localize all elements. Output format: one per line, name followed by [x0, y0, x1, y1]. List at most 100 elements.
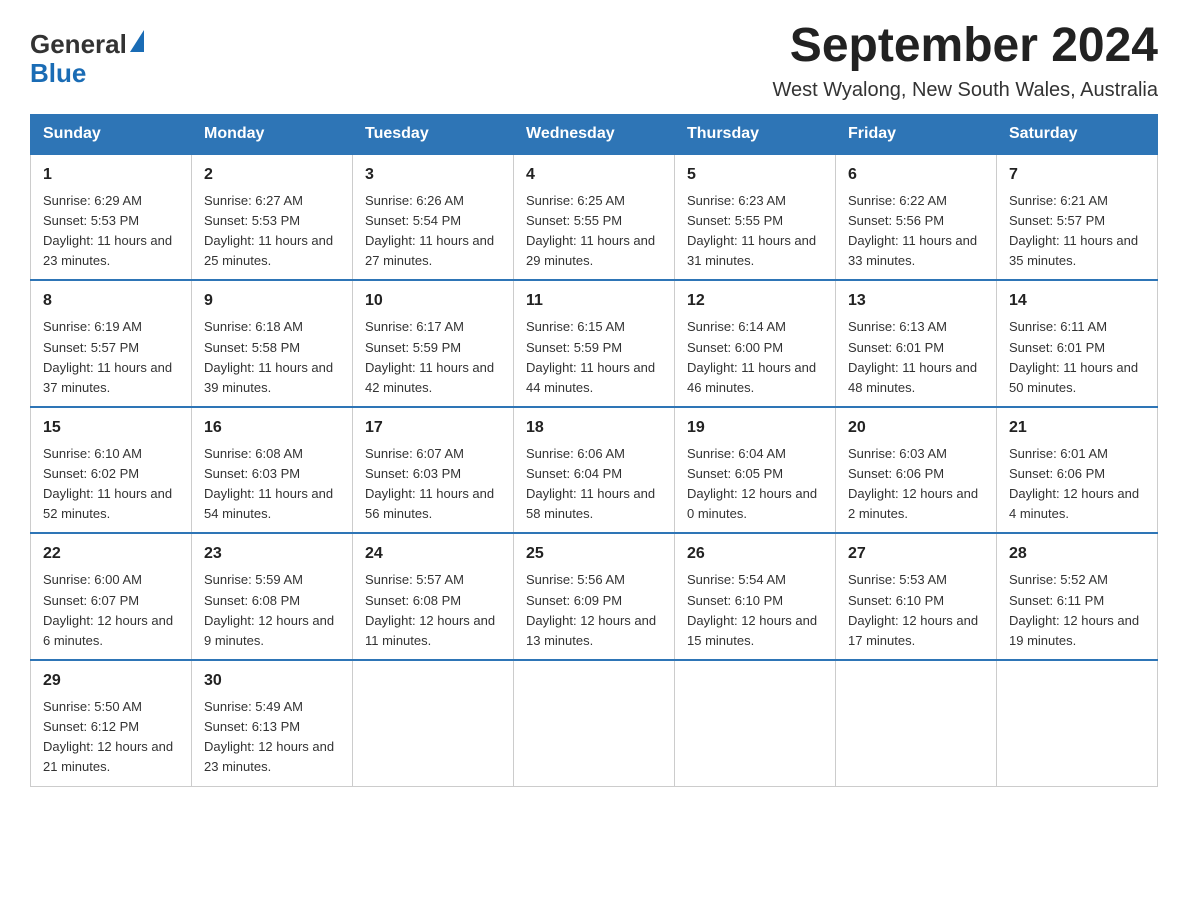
day-number: 23 — [204, 542, 340, 566]
day-info: Sunrise: 6:07 AMSunset: 6:03 PMDaylight:… — [365, 444, 501, 525]
day-info: Sunrise: 6:01 AMSunset: 6:06 PMDaylight:… — [1009, 444, 1145, 525]
calendar-day-cell: 5 Sunrise: 6:23 AMSunset: 5:55 PMDaylight… — [675, 154, 836, 281]
calendar-day-cell: 2Sunrise: 6:27 AMSunset: 5:53 PMDaylight… — [192, 154, 353, 281]
day-info: Sunrise: 6:27 AMSunset: 5:53 PMDaylight:… — [204, 191, 340, 272]
header: General Blue September 2024 West Wyalong… — [30, 20, 1158, 102]
calendar-header-cell: Wednesday — [514, 114, 675, 154]
calendar-day-cell: 30 Sunrise: 5:49 AMSunset: 6:13 PMDayligh… — [192, 660, 353, 786]
calendar-day-cell: 29Sunrise: 5:50 AMSunset: 6:12 PMDayligh… — [31, 660, 192, 786]
logo-general-text: General — [30, 30, 127, 59]
calendar-day-cell: 14Sunrise: 6:11 AMSunset: 6:01 PMDayligh… — [997, 280, 1158, 407]
calendar-week-row: 15 Sunrise: 6:10 AMSunset: 6:02 PMDayligh… — [31, 407, 1158, 534]
calendar-header-cell: Friday — [836, 114, 997, 154]
page-title: September 2024 — [772, 20, 1158, 73]
logo-triangle-icon — [130, 30, 144, 52]
day-info: Sunrise: 6:06 AMSunset: 6:04 PMDaylight:… — [526, 444, 662, 525]
day-number: 20 — [848, 416, 984, 440]
day-info: Sunrise: 6:17 AMSunset: 5:59 PMDaylight:… — [365, 317, 501, 398]
day-number: 13 — [848, 289, 984, 313]
day-info: Sunrise: 6:29 AMSunset: 5:53 PMDaylight:… — [43, 191, 179, 272]
calendar-day-cell: 11 Sunrise: 6:15 AMSunset: 5:59 PMDayligh… — [514, 280, 675, 407]
day-number: 28 — [1009, 542, 1145, 566]
day-info: Sunrise: 6:23 AMSunset: 5:55 PMDaylight:… — [687, 191, 823, 272]
calendar-week-row: 8 Sunrise: 6:19 AMSunset: 5:57 PMDaylight… — [31, 280, 1158, 407]
calendar-day-cell: 24Sunrise: 5:57 AMSunset: 6:08 PMDayligh… — [353, 533, 514, 660]
calendar-day-cell — [836, 660, 997, 786]
day-info: Sunrise: 6:18 AMSunset: 5:58 PMDaylight:… — [204, 317, 340, 398]
day-number: 21 — [1009, 416, 1145, 440]
day-info: Sunrise: 5:56 AMSunset: 6:09 PMDaylight:… — [526, 570, 662, 651]
calendar-day-cell — [514, 660, 675, 786]
day-number: 5 — [687, 163, 823, 187]
calendar-day-cell: 21 Sunrise: 6:01 AMSunset: 6:06 PMDayligh… — [997, 407, 1158, 534]
calendar-header-cell: Monday — [192, 114, 353, 154]
calendar-day-cell: 8 Sunrise: 6:19 AMSunset: 5:57 PMDaylight… — [31, 280, 192, 407]
day-info: Sunrise: 5:52 AMSunset: 6:11 PMDaylight:… — [1009, 570, 1145, 651]
day-number: 7 — [1009, 163, 1145, 187]
calendar-header-cell: Sunday — [31, 114, 192, 154]
title-area: September 2024 West Wyalong, New South W… — [772, 20, 1158, 102]
day-info: Sunrise: 5:50 AMSunset: 6:12 PMDaylight:… — [43, 697, 179, 778]
calendar-header-cell: Thursday — [675, 114, 836, 154]
calendar-day-cell: 3Sunrise: 6:26 AMSunset: 5:54 PMDaylight… — [353, 154, 514, 281]
calendar-day-cell: 12 Sunrise: 6:14 AMSunset: 6:00 PMDayligh… — [675, 280, 836, 407]
day-info: Sunrise: 6:14 AMSunset: 6:00 PMDaylight:… — [687, 317, 823, 398]
calendar-day-cell: 6 Sunrise: 6:22 AMSunset: 5:56 PMDaylight… — [836, 154, 997, 281]
calendar-day-cell: 1 Sunrise: 6:29 AMSunset: 5:53 PMDaylight… — [31, 154, 192, 281]
day-info: Sunrise: 6:19 AMSunset: 5:57 PMDaylight:… — [43, 317, 179, 398]
day-number: 10 — [365, 289, 501, 313]
day-number: 8 — [43, 289, 179, 313]
day-number: 9 — [204, 289, 340, 313]
calendar-day-cell: 10 Sunrise: 6:17 AMSunset: 5:59 PMDayligh… — [353, 280, 514, 407]
day-number: 16 — [204, 416, 340, 440]
calendar-day-cell: 19 Sunrise: 6:04 AMSunset: 6:05 PMDayligh… — [675, 407, 836, 534]
day-info: Sunrise: 6:13 AMSunset: 6:01 PMDaylight:… — [848, 317, 984, 398]
day-number: 14 — [1009, 289, 1145, 313]
day-info: Sunrise: 5:54 AMSunset: 6:10 PMDaylight:… — [687, 570, 823, 651]
day-info: Sunrise: 6:26 AMSunset: 5:54 PMDaylight:… — [365, 191, 501, 272]
calendar-day-cell: 20 Sunrise: 6:03 AMSunset: 6:06 PMDayligh… — [836, 407, 997, 534]
day-number: 19 — [687, 416, 823, 440]
calendar-day-cell: 15 Sunrise: 6:10 AMSunset: 6:02 PMDayligh… — [31, 407, 192, 534]
day-number: 15 — [43, 416, 179, 440]
day-number: 30 — [204, 669, 340, 693]
calendar-day-cell: 13 Sunrise: 6:13 AMSunset: 6:01 PMDayligh… — [836, 280, 997, 407]
calendar-day-cell: 22Sunrise: 6:00 AMSunset: 6:07 PMDayligh… — [31, 533, 192, 660]
logo: General Blue — [30, 30, 144, 87]
day-info: Sunrise: 6:08 AMSunset: 6:03 PMDaylight:… — [204, 444, 340, 525]
day-number: 6 — [848, 163, 984, 187]
day-number: 1 — [43, 163, 179, 187]
day-number: 4 — [526, 163, 662, 187]
calendar-body: 1 Sunrise: 6:29 AMSunset: 5:53 PMDaylight… — [31, 154, 1158, 786]
calendar-day-cell — [353, 660, 514, 786]
calendar-header-cell: Tuesday — [353, 114, 514, 154]
day-number: 12 — [687, 289, 823, 313]
calendar-day-cell: 25 Sunrise: 5:56 AMSunset: 6:09 PMDayligh… — [514, 533, 675, 660]
calendar-header-row: SundayMondayTuesdayWednesdayThursdayFrid… — [31, 114, 1158, 154]
calendar-day-cell: 27Sunrise: 5:53 AMSunset: 6:10 PMDayligh… — [836, 533, 997, 660]
day-number: 18 — [526, 416, 662, 440]
day-info: Sunrise: 6:00 AMSunset: 6:07 PMDaylight:… — [43, 570, 179, 651]
calendar-day-cell: 23Sunrise: 5:59 AMSunset: 6:08 PMDayligh… — [192, 533, 353, 660]
day-number: 25 — [526, 542, 662, 566]
calendar-day-cell: 9 Sunrise: 6:18 AMSunset: 5:58 PMDaylight… — [192, 280, 353, 407]
calendar-day-cell — [997, 660, 1158, 786]
calendar-header-cell: Saturday — [997, 114, 1158, 154]
day-info: Sunrise: 6:15 AMSunset: 5:59 PMDaylight:… — [526, 317, 662, 398]
calendar-day-cell: 4Sunrise: 6:25 AMSunset: 5:55 PMDaylight… — [514, 154, 675, 281]
calendar-week-row: 1 Sunrise: 6:29 AMSunset: 5:53 PMDaylight… — [31, 154, 1158, 281]
day-info: Sunrise: 5:49 AMSunset: 6:13 PMDaylight:… — [204, 697, 340, 778]
calendar-day-cell: 16 Sunrise: 6:08 AMSunset: 6:03 PMDayligh… — [192, 407, 353, 534]
page-subtitle: West Wyalong, New South Wales, Australia — [772, 79, 1158, 102]
day-number: 11 — [526, 289, 662, 313]
calendar-day-cell: 18 Sunrise: 6:06 AMSunset: 6:04 PMDayligh… — [514, 407, 675, 534]
day-info: Sunrise: 6:04 AMSunset: 6:05 PMDaylight:… — [687, 444, 823, 525]
day-info: Sunrise: 6:22 AMSunset: 5:56 PMDaylight:… — [848, 191, 984, 272]
calendar-table: SundayMondayTuesdayWednesdayThursdayFrid… — [30, 114, 1158, 787]
calendar-day-cell: 26Sunrise: 5:54 AMSunset: 6:10 PMDayligh… — [675, 533, 836, 660]
day-info: Sunrise: 5:57 AMSunset: 6:08 PMDaylight:… — [365, 570, 501, 651]
day-info: Sunrise: 6:10 AMSunset: 6:02 PMDaylight:… — [43, 444, 179, 525]
day-number: 27 — [848, 542, 984, 566]
day-info: Sunrise: 6:03 AMSunset: 6:06 PMDaylight:… — [848, 444, 984, 525]
calendar-week-row: 22Sunrise: 6:00 AMSunset: 6:07 PMDayligh… — [31, 533, 1158, 660]
